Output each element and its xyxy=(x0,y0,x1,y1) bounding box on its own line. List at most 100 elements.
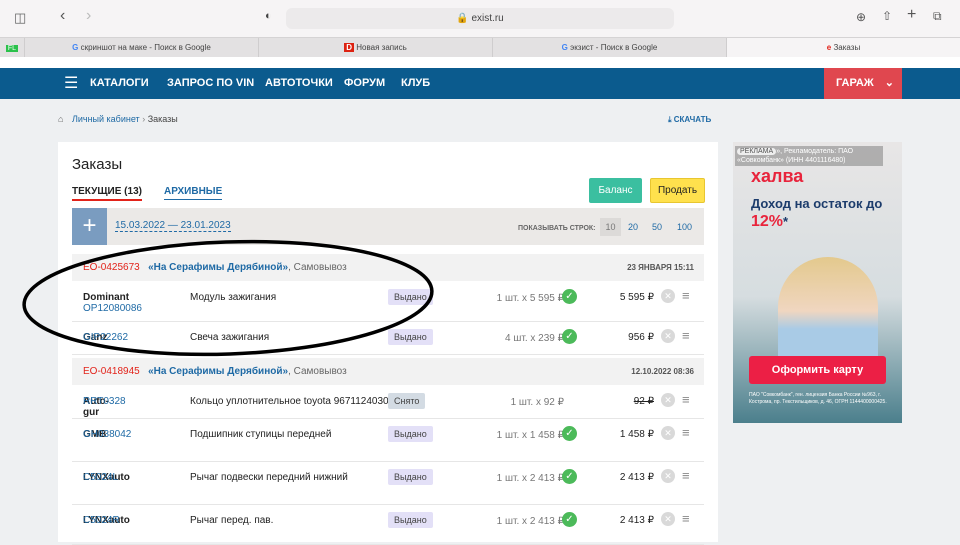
item-quantity: 1 шт. x 92 ₽ xyxy=(510,397,564,408)
ad-headline-text: Доход на остаток до xyxy=(751,196,883,211)
url-text: exist.ru xyxy=(471,13,504,24)
order-number[interactable]: EO-0418945 xyxy=(83,366,140,377)
remove-icon[interactable]: ✕ xyxy=(661,289,675,303)
ad-label: РЕКЛАМА xyxy=(737,148,777,155)
tab-bar: FL G скриншот на маке - Поиск в Google D… xyxy=(0,37,960,58)
ad-cta-button[interactable]: Оформить карту xyxy=(749,356,886,384)
remove-icon[interactable]: ✕ xyxy=(661,512,675,526)
item-price: 92 ₽ xyxy=(633,396,654,407)
breadcrumb: ⌂ Личный кабинет › Заказы xyxy=(58,114,178,124)
tab-label: экзист - Поиск в Google xyxy=(570,43,658,52)
menu-icon[interactable]: ≡ xyxy=(682,511,690,526)
download-icon[interactable]: ⊕ xyxy=(856,10,866,24)
tab-orders[interactable]: e Заказы xyxy=(727,38,960,58)
tab-archive[interactable]: АРХИВНЫЕ xyxy=(164,186,223,200)
sidebar-icon[interactable]: ◫ xyxy=(14,10,26,26)
chevron-down-icon: ⌄ xyxy=(884,77,894,89)
item-code-link[interactable]: GH038042 xyxy=(83,429,131,440)
tab-google-2[interactable]: G экзист - Поиск в Google xyxy=(493,38,727,58)
order-number[interactable]: EO-0425673 xyxy=(83,262,140,273)
ad-banner[interactable]: РЕКЛАМА», Рекламодатель: ПАО «Совкомбанк… xyxy=(733,142,902,423)
home-icon[interactable]: ⌂ xyxy=(58,114,63,124)
order-date: 12.10.2022 08:36 xyxy=(631,367,694,376)
address-bar[interactable]: 🔒 exist.ru xyxy=(286,8,674,29)
share-icon[interactable]: ⇧ xyxy=(882,9,892,23)
order-header: EO-0418945 «На Серафимы Дерябиной», Само… xyxy=(72,358,704,385)
hamburger-icon[interactable]: ☰ xyxy=(64,68,78,99)
remove-icon[interactable]: ✕ xyxy=(661,426,675,440)
order-item-row: LYNXauto C5024R Рычаг перед. пав. Выдано… xyxy=(72,505,704,545)
breadcrumb-current: Заказы xyxy=(147,114,178,124)
filter-bar: + 15.03.2022 — 23.01.2023 ПОКАЗЫВАТЬ СТР… xyxy=(72,208,704,245)
rows-option-20[interactable]: 20 xyxy=(628,222,638,232)
tab-label: Заказы xyxy=(833,43,861,52)
item-quantity: 1 шт. x 1 458 ₽ xyxy=(496,430,564,441)
order-delivery: , Самовывоз xyxy=(288,262,347,273)
item-code-link[interactable]: GIP22262 xyxy=(83,332,128,343)
nav-club[interactable]: КЛУБ xyxy=(401,68,430,99)
item-name: Кольцо уплотнительное toyota 9671124030 xyxy=(190,396,389,407)
menu-icon[interactable]: ≡ xyxy=(682,468,690,483)
ad-disclaimer: РЕКЛАМА», Рекламодатель: ПАО «Совкомбанк… xyxy=(735,146,883,166)
tabs-overview-icon[interactable]: ⧉ xyxy=(933,9,942,24)
tab-new-post[interactable]: D Новая запись xyxy=(259,38,493,58)
check-icon: ✓ xyxy=(562,329,577,344)
ad-legal: ПАО "Совкомбанк", ген. лицензия Банка Ро… xyxy=(749,392,887,405)
item-name: Свеча зажигания xyxy=(190,332,270,343)
tab-current[interactable]: ТЕКУЩИЕ (13) xyxy=(72,186,142,201)
remove-icon[interactable]: ✕ xyxy=(661,393,675,407)
sell-button[interactable]: Продать xyxy=(650,178,705,203)
status-badge: Выдано xyxy=(388,426,433,442)
status-badge: Выдано xyxy=(388,329,433,345)
rows-option-100[interactable]: 100 xyxy=(677,222,692,232)
brand-name: Dominant xyxy=(83,292,130,303)
order-date: 23 ЯНВАРЯ 15:11 xyxy=(627,263,694,272)
menu-icon[interactable]: ≡ xyxy=(682,425,690,440)
tab-label: скриншот на маке - Поиск в Google xyxy=(80,43,211,52)
order-header: EO-0425673 «На Серафимы Дерябиной», Само… xyxy=(72,254,704,281)
garage-button[interactable]: ГАРАЖ ⌄ xyxy=(824,68,902,99)
browser-toolbar: ◫ ‹ › ◐ 🔒 exist.ru ⊕ ⇧ + ⧉ xyxy=(0,0,960,37)
nav-forum[interactable]: ФОРУМ xyxy=(344,68,385,99)
shield-icon[interactable]: ◐ xyxy=(265,10,272,22)
order-item-row: GMB GH038042 Подшипник ступицы передней … xyxy=(72,419,704,462)
menu-icon[interactable]: ≡ xyxy=(682,328,690,343)
date-range-picker[interactable]: 15.03.2022 — 23.01.2023 xyxy=(115,220,231,232)
order-item-row: Ganz GIP22262 Свеча зажигания Выдано 4 ш… xyxy=(72,322,704,355)
item-name: Рычаг подвески передний нижний xyxy=(190,472,348,483)
rows-option-50[interactable]: 50 xyxy=(652,222,662,232)
item-price: 956 ₽ xyxy=(628,332,654,343)
pinned-tab[interactable]: FL xyxy=(0,38,25,58)
nav-catalogs[interactable]: КАТАЛОГИ xyxy=(90,68,149,99)
menu-icon[interactable]: ≡ xyxy=(682,392,690,407)
check-icon: ✓ xyxy=(562,426,577,441)
breadcrumb-cabinet[interactable]: Личный кабинет xyxy=(72,114,140,124)
forward-icon[interactable]: › xyxy=(86,7,91,25)
rows-label: ПОКАЗЫВАТЬ СТРОК: xyxy=(518,225,596,232)
tab-google-1[interactable]: G скриншот на маке - Поиск в Google xyxy=(25,38,259,58)
page-title: Заказы xyxy=(72,156,123,173)
item-code-link[interactable]: C5024R xyxy=(83,515,120,526)
item-code-link[interactable]: C5024L xyxy=(83,472,118,483)
nav-autopoints[interactable]: АВТОТОЧКИ xyxy=(265,68,333,99)
item-price: 1 458 ₽ xyxy=(619,429,654,440)
item-code-link[interactable]: RRT0328 xyxy=(83,396,126,407)
menu-icon[interactable]: ≡ xyxy=(682,288,690,303)
ad-brand-logo: халва xyxy=(751,166,804,186)
add-filter-button[interactable]: + xyxy=(72,208,107,245)
remove-icon[interactable]: ✕ xyxy=(661,469,675,483)
ad-headline: Доход на остаток до 12%* xyxy=(751,196,883,230)
remove-icon[interactable]: ✕ xyxy=(661,329,675,343)
check-icon: ✓ xyxy=(562,289,577,304)
order-shop[interactable]: «На Серафимы Дерябиной» xyxy=(148,262,288,273)
new-tab-icon[interactable]: + xyxy=(907,6,916,24)
item-code-link[interactable]: OP12080086 xyxy=(83,303,142,314)
orders-card: Заказы ТЕКУЩИЕ (13) АРХИВНЫЕ Баланс Прод… xyxy=(58,142,718,545)
order-item-row: Dominant OP12080086 Модуль зажигания Выда… xyxy=(72,282,704,322)
back-icon[interactable]: ‹ xyxy=(60,7,65,25)
download-link[interactable]: ⤓ СКАЧАТЬ xyxy=(668,115,711,125)
order-shop[interactable]: «На Серафимы Дерябиной» xyxy=(148,366,288,377)
nav-vin-request[interactable]: ЗАПРОС ПО VIN xyxy=(167,68,254,99)
balance-button[interactable]: Баланс xyxy=(589,178,642,203)
rows-option-10[interactable]: 10 xyxy=(600,218,621,236)
